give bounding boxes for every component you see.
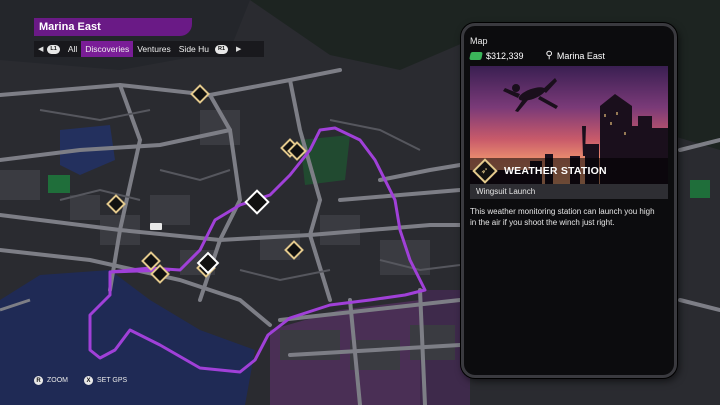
tab-side-hustles[interactable]: Side Hu bbox=[175, 41, 213, 57]
cash-icon bbox=[469, 51, 483, 60]
player-stats: $312,339 ⚲ Marina East bbox=[469, 50, 668, 61]
next-tab-button[interactable]: R1 bbox=[215, 44, 229, 54]
location-name: Marina East bbox=[556, 50, 605, 61]
set-gps-label: SET GPS bbox=[97, 377, 128, 384]
activity-title: WEATHER STATION bbox=[504, 165, 607, 177]
tab-all[interactable]: All bbox=[64, 41, 81, 57]
region-title: Marina East bbox=[34, 18, 192, 36]
set-gps-hint[interactable]: X SET GPS bbox=[84, 376, 127, 385]
phone-info-panel: Map $312,339 ⚲ Marina East ➶ WEATHER STA… bbox=[461, 23, 677, 378]
filter-tab-bar: ◀ L1 All Discoveries Ventures Side Hu R1… bbox=[34, 41, 264, 57]
zoom-button-icon: R bbox=[34, 376, 43, 385]
panel-title: Map bbox=[470, 36, 488, 46]
skydiver-figure bbox=[503, 78, 558, 112]
prev-tab-icon[interactable]: ◀ bbox=[38, 45, 43, 53]
activity-description: This weather monitoring station can laun… bbox=[470, 207, 655, 227]
next-tab-icon[interactable]: ▶ bbox=[236, 45, 241, 53]
zoom-hint[interactable]: R ZOOM bbox=[34, 376, 68, 385]
cash-amount: $312,339 bbox=[486, 50, 524, 61]
tab-ventures[interactable]: Ventures bbox=[133, 41, 175, 57]
wingsuit-icon: ➶ bbox=[472, 158, 498, 184]
activity-subtitle: Wingsuit Launch bbox=[470, 184, 668, 199]
activity-title-bar: ➶ WEATHER STATION bbox=[470, 158, 668, 184]
location-pin-icon: ⚲ bbox=[545, 50, 553, 61]
prev-tab-button[interactable]: L1 bbox=[47, 44, 60, 54]
tab-discoveries[interactable]: Discoveries bbox=[81, 41, 134, 57]
zoom-label: ZOOM bbox=[47, 377, 68, 384]
gps-button-icon: X bbox=[84, 376, 93, 385]
